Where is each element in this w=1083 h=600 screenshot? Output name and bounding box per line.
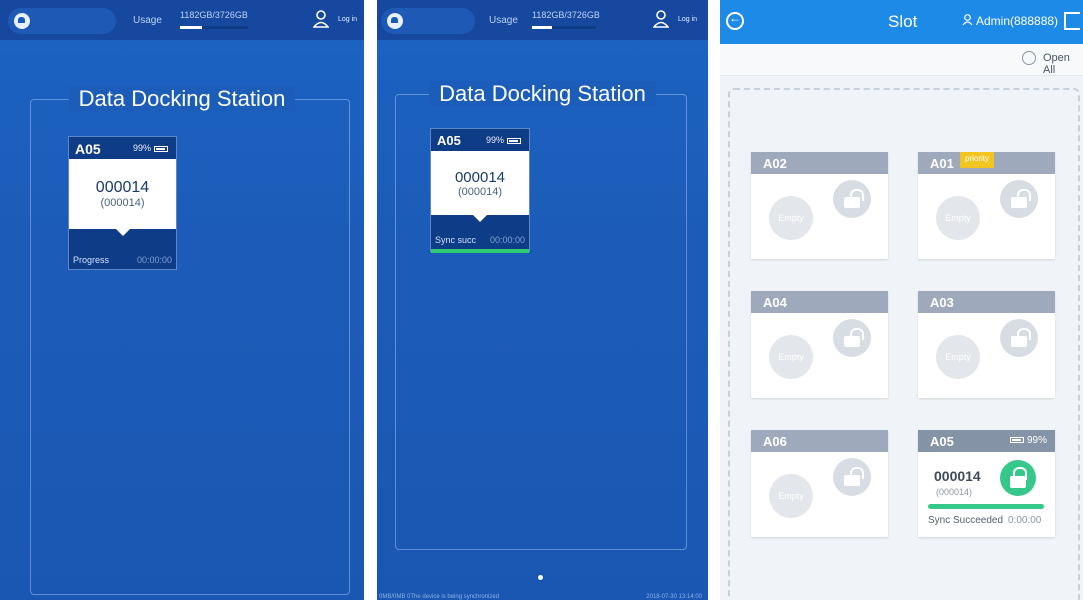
card-slot-label: A05 bbox=[437, 133, 461, 148]
card-device-id: 000014 bbox=[454, 169, 506, 186]
usage-label: Usage bbox=[133, 15, 162, 26]
slot-card-a02[interactable]: A02 Empty bbox=[751, 152, 888, 259]
card-header: A05 99% bbox=[69, 137, 176, 159]
slot-header: A01 priority bbox=[918, 152, 1055, 174]
unlock-icon[interactable] bbox=[833, 458, 871, 496]
card-time: 00:00:00 bbox=[489, 235, 525, 245]
sync-progress-fill bbox=[928, 504, 1044, 509]
card-footer: Sync succ 00:00:00 bbox=[431, 215, 529, 249]
battery-icon bbox=[507, 137, 521, 144]
card-device-sub: (000014) bbox=[100, 197, 145, 209]
slot-empty-badge: Empty bbox=[769, 196, 813, 240]
slot-device-sub: (000014) bbox=[936, 487, 973, 497]
card-body: 000014 (000014) bbox=[431, 151, 529, 222]
usage-label: Usage bbox=[489, 15, 518, 26]
user-icon[interactable] bbox=[313, 10, 329, 28]
slot-management-panel: Slot Admin(888888) Open All A02 Empty A0… bbox=[720, 0, 1083, 600]
slot-card-a06[interactable]: A06 Empty bbox=[751, 430, 888, 537]
slot-header: A04 bbox=[751, 291, 888, 313]
usage-bar-fill bbox=[532, 26, 553, 29]
slot-name: A03 bbox=[930, 295, 954, 310]
logout-icon[interactable] bbox=[1064, 12, 1080, 30]
slot-name: A05 bbox=[930, 434, 954, 449]
slot-card-a04[interactable]: A04 Empty bbox=[751, 291, 888, 398]
station-title: Data Docking Station bbox=[377, 81, 708, 107]
card-body: 000014 (000014) bbox=[69, 159, 176, 236]
slot-name: A06 bbox=[763, 434, 787, 449]
top-bar: Usage 1182GB/3726GB Log in bbox=[0, 0, 364, 40]
slot-device-id: 000014 bbox=[934, 468, 981, 484]
pager-dot[interactable] bbox=[538, 575, 543, 580]
card-progress-fill bbox=[431, 249, 529, 253]
battery-icon bbox=[1009, 437, 1024, 444]
slot-header: A02 bbox=[751, 152, 888, 174]
unlock-icon[interactable] bbox=[833, 319, 871, 357]
back-arrow-icon[interactable] bbox=[726, 11, 744, 30]
slot-header: Slot Admin(888888) bbox=[720, 0, 1083, 44]
card-time: 00:00:00 bbox=[136, 255, 172, 265]
slot-empty-badge: Empty bbox=[769, 474, 813, 518]
login-link[interactable]: Log in bbox=[338, 16, 357, 23]
logo-icon bbox=[14, 13, 30, 29]
usage-value: 1182GB/3726GB bbox=[532, 10, 600, 20]
card-progress-track bbox=[431, 249, 529, 253]
slot-card-a05[interactable]: A05 99% 000014 (000014) Sync Succeeded 0… bbox=[918, 430, 1055, 537]
unlock-icon[interactable] bbox=[1000, 180, 1038, 218]
slot-name: A04 bbox=[763, 295, 787, 310]
slot-name: A02 bbox=[763, 156, 787, 171]
station-title: Data Docking Station bbox=[0, 86, 364, 112]
logo-icon bbox=[387, 13, 403, 29]
device-card-a05[interactable]: A05 99% 000014 (000014) Progress 00:00:0… bbox=[68, 136, 177, 270]
slot-card-a01[interactable]: A01 priority Empty bbox=[918, 152, 1055, 259]
slot-header: A06 bbox=[751, 430, 888, 452]
device-card-a05[interactable]: A05 99% 000014 (000014) Sync succ 00:00:… bbox=[430, 128, 530, 253]
page-title: Slot bbox=[888, 12, 918, 31]
usage-value: 1182GB/3726GB bbox=[180, 10, 248, 20]
slot-header: A05 99% bbox=[918, 430, 1055, 452]
slot-empty-badge: Empty bbox=[936, 335, 980, 379]
unlock-icon[interactable] bbox=[1000, 319, 1038, 357]
station-panel-synced: Usage 1182GB/3726GB Log in Data Docking … bbox=[377, 0, 708, 600]
card-footer: Progress 00:00:00 bbox=[69, 229, 176, 269]
user-icon[interactable] bbox=[653, 10, 669, 28]
sync-time: 0:00:00 bbox=[1008, 515, 1042, 526]
unlock-all-icon[interactable] bbox=[1022, 51, 1036, 65]
card-status: Sync succ bbox=[435, 235, 477, 245]
card-device-id: 000014 bbox=[95, 179, 150, 196]
logo-pill[interactable] bbox=[381, 8, 475, 34]
status-message: 0MB/0MB 0The device is being synchronize… bbox=[379, 594, 500, 600]
card-battery: 99% bbox=[486, 135, 521, 145]
user-icon bbox=[962, 14, 973, 26]
login-link[interactable]: Log in bbox=[678, 16, 697, 23]
battery-icon bbox=[154, 145, 168, 152]
slot-empty-badge: Empty bbox=[936, 196, 980, 240]
station-panel-progress: Usage 1182GB/3726GB Log in Data Docking … bbox=[0, 0, 364, 600]
usage-bar bbox=[180, 26, 248, 29]
top-bar: Usage 1182GB/3726GB Log in bbox=[377, 0, 708, 40]
card-status: Progress bbox=[73, 255, 110, 265]
usage-bar-fill bbox=[180, 26, 202, 29]
admin-user[interactable]: Admin(888888) bbox=[962, 14, 1058, 28]
open-all-button[interactable]: Open All bbox=[1043, 52, 1083, 76]
slot-name: A01 bbox=[930, 156, 954, 171]
sync-progress-track bbox=[928, 504, 1044, 509]
card-slot-label: A05 bbox=[75, 141, 101, 157]
lock-icon[interactable] bbox=[1000, 460, 1036, 496]
slot-header: A03 bbox=[918, 291, 1055, 313]
card-header: A05 99% bbox=[431, 129, 529, 151]
slot-card-a03[interactable]: A03 Empty bbox=[918, 291, 1055, 398]
logo-pill[interactable] bbox=[8, 8, 116, 34]
slot-battery: 99% bbox=[1007, 435, 1047, 446]
card-device-sub: (000014) bbox=[457, 186, 503, 198]
sync-status: Sync Succeeded bbox=[928, 515, 1004, 526]
status-datetime: 2018-07-30 13:14:00 bbox=[646, 594, 702, 600]
unlock-icon[interactable] bbox=[833, 180, 871, 218]
slot-empty-badge: Empty bbox=[769, 335, 813, 379]
status-bar: 0MB/0MB 0The device is being synchronize… bbox=[377, 592, 708, 600]
usage-bar bbox=[532, 26, 596, 29]
priority-tag: priority bbox=[960, 152, 995, 168]
card-battery: 99% bbox=[133, 143, 168, 153]
